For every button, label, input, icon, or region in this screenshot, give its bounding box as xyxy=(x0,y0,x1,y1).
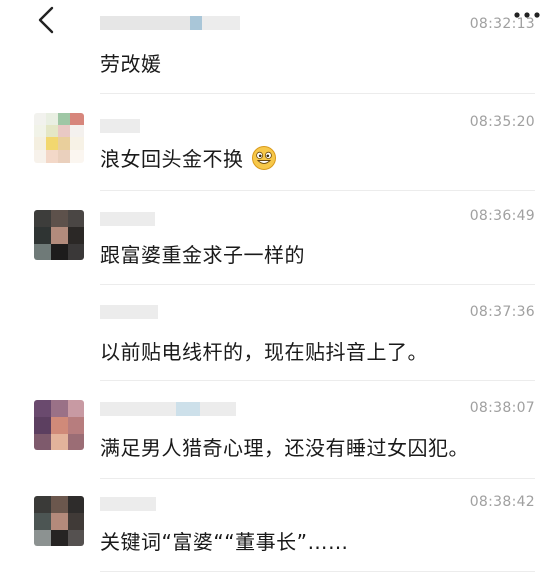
comment-text: 以前贴电线杆的，现在贴抖音上了。 xyxy=(100,340,428,364)
blurred-username xyxy=(100,400,250,418)
comment-time: 08:38:07 xyxy=(469,400,535,416)
divider xyxy=(100,93,535,94)
comment-text: 劳改媛 xyxy=(100,52,162,76)
comment-text: 跟富婆重金求子一样的 xyxy=(100,243,305,267)
blurred-username xyxy=(100,210,250,228)
comment-item[interactable]: 08:32:13 劳改媛 xyxy=(0,0,555,95)
blurred-username xyxy=(100,495,250,513)
comment-text: 浪女回头金不换 xyxy=(100,143,277,172)
avatar xyxy=(34,210,84,260)
comment-text: 满足男人猎奇心理，还没有睡过女囚犯。 xyxy=(100,436,469,460)
avatar xyxy=(34,496,84,546)
comment-time: 08:38:42 xyxy=(469,494,535,510)
blurred-username xyxy=(100,14,250,32)
comment-time: 08:32:13 xyxy=(469,16,535,32)
comment-text: 关键词“富婆““董事长”…… xyxy=(100,530,349,554)
comment-item[interactable]: 08:38:07 满足男人猎奇心理，还没有睡过女囚犯。 xyxy=(0,380,555,479)
comment-time: 08:37:36 xyxy=(469,304,535,320)
comment-time: 08:35:20 xyxy=(469,114,535,130)
comment-item[interactable]: 08:36:49 跟富婆重金求子一样的 xyxy=(0,190,555,285)
blurred-username xyxy=(100,117,250,135)
comment-item[interactable]: 08:35:20 浪女回头金不换 xyxy=(0,95,555,191)
avatar xyxy=(34,400,84,450)
comment-text-content: 浪女回头金不换 xyxy=(100,147,244,171)
comment-time: 08:36:49 xyxy=(469,208,535,224)
comment-item[interactable]: 08:37:36 以前贴电线杆的，现在贴抖音上了。 xyxy=(0,285,555,381)
blurred-username xyxy=(100,303,250,321)
grinning-face-icon xyxy=(252,146,277,170)
avatar xyxy=(34,113,84,163)
comment-item[interactable]: 08:38:42 关键词“富婆““董事长”…… xyxy=(0,478,555,572)
